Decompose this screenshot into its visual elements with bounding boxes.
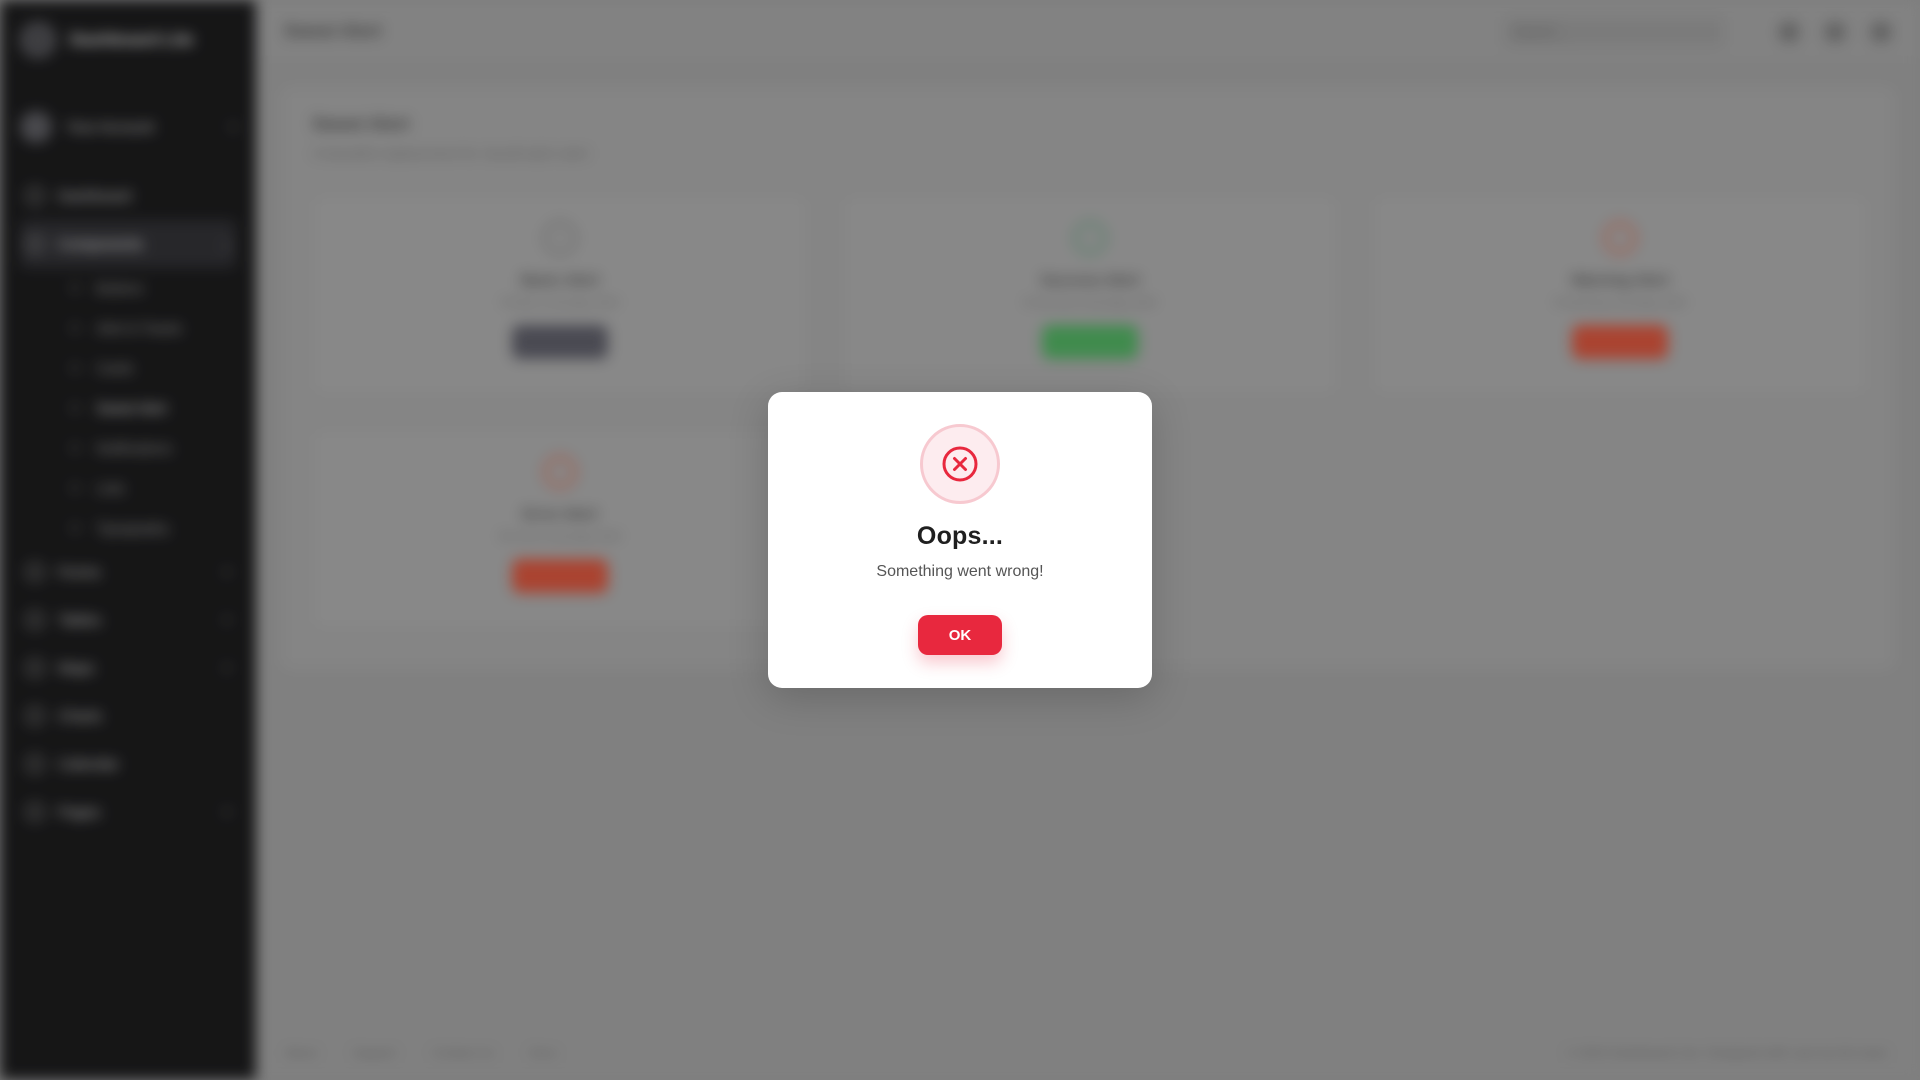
x-circle-icon [942,446,978,482]
dialog-title: Oops... [916,522,1004,550]
ok-button[interactable]: OK [918,615,1002,655]
error-dialog: Oops... Something went wrong! OK [768,392,1152,688]
error-icon-ring [920,424,1000,504]
dialog-message: Something went wrong! [876,563,1044,580]
